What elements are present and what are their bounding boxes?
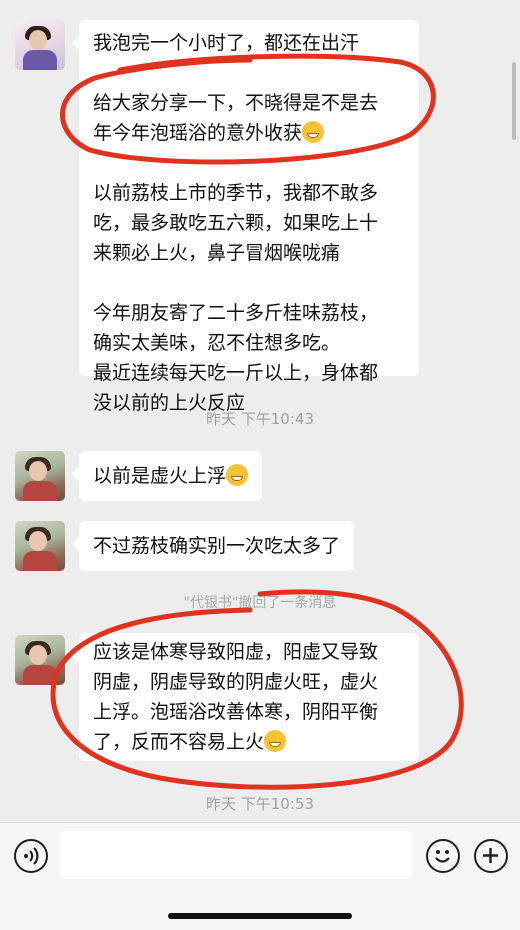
message-text: 以前是虚火上浮 [93,465,227,487]
scrollbar[interactable] [512,62,516,140]
input-bar [0,822,520,930]
grin-emoji-icon [302,121,325,143]
voice-icon[interactable] [14,839,48,873]
message-bubble[interactable]: 不过荔枝确实别一次吃太多了 [71,521,355,571]
avatar[interactable] [15,521,65,571]
recall-notice: "代银书"撤回了一条消息 [183,595,337,611]
avatar[interactable] [15,451,65,501]
message-bubble[interactable]: 我泡完一个小时了，都还在出汗 给大家分享一下，不晓得是不是去 年今年泡瑶浴的意外… [72,20,419,469]
message-input[interactable] [60,831,412,879]
message-text: 以前荔枝上市的季节，我都不敢多 吃，最多敢吃五六颗，如果吃上十 来颗必上火，鼻子… [93,182,379,264]
grin-emoji-icon [264,730,287,752]
message-text: 今年朋友寄了二十多斤桂味荔枝， 确实太美味，忍不住想多吃。 最近连续每天吃一斤以… [93,302,379,414]
avatar[interactable] [15,20,65,70]
message-text: 给大家分享一下，不晓得是不是去 年今年泡瑶浴的意外收获 [93,92,379,144]
message-timestamp: 昨天 下午10:43 [206,410,314,428]
plus-icon[interactable] [474,839,508,873]
message-text: 不过荔枝确实别一次吃太多了 [93,535,341,557]
home-indicator [168,913,352,919]
message-text: 应该是体寒导致阳虚，阳虚又导致 阴虚，阴虚导致的阴虚火旺，虚火 上浮。泡瑶浴改善… [93,641,379,753]
message-timestamp: 昨天 下午10:53 [206,795,314,813]
message-bubble[interactable]: 应该是体寒导致阳虚，阳虚又导致 阴虚，阴虚导致的阴虚火旺，虚火 上浮。泡瑶浴改善… [72,633,419,761]
message-bubble[interactable]: 以前是虚火上浮 [71,451,263,501]
avatar[interactable] [15,635,65,685]
message-text: 我泡完一个小时了，都还在出汗 [93,32,360,54]
grin-emoji-icon [226,464,249,486]
emoji-face-icon[interactable] [426,839,460,873]
